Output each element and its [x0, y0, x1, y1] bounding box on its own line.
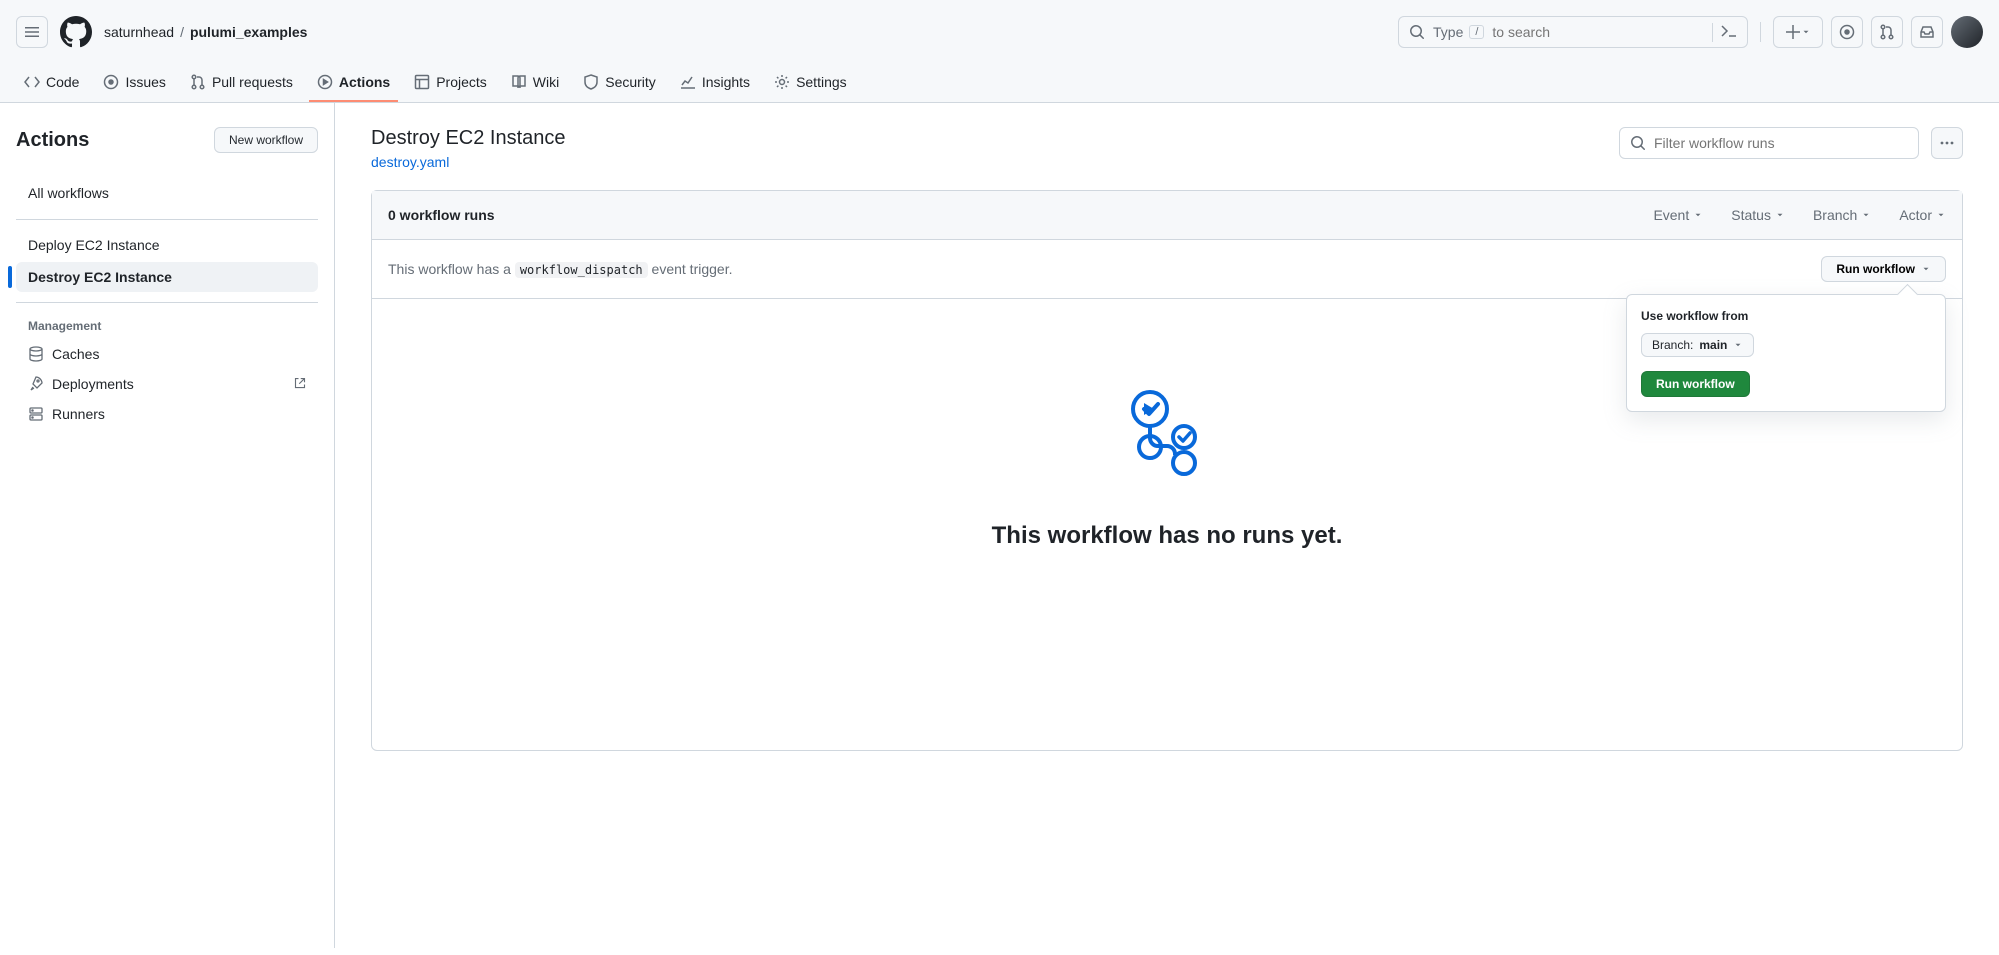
issues-button[interactable]	[1831, 16, 1863, 48]
search-icon	[1630, 135, 1646, 151]
filter-bar: Event Status Branch Actor	[1653, 207, 1946, 223]
caret-down-icon	[1775, 210, 1785, 220]
global-search[interactable]: Type /	[1398, 16, 1748, 48]
nav-insights[interactable]: Insights	[672, 64, 758, 102]
run-workflow-dropdown: Use workflow from Branch: main Run workf…	[1626, 294, 1946, 412]
runs-box: 0 workflow runs Event Status Branch	[371, 190, 1963, 751]
main-layout: Actions New workflow All workflows Deplo…	[0, 103, 1999, 948]
sidebar-title: Actions	[16, 129, 89, 152]
page-title: Destroy EC2 Instance	[371, 127, 566, 150]
filter-status[interactable]: Status	[1731, 207, 1785, 223]
nav-issues[interactable]: Issues	[95, 64, 173, 102]
repo-nav: Code Issues Pull requests Actions Projec…	[0, 64, 1999, 103]
nav-code[interactable]: Code	[16, 64, 87, 102]
pull-request-icon	[1879, 24, 1895, 40]
run-workflow-submit[interactable]: Run workflow	[1641, 371, 1750, 397]
filter-branch[interactable]: Branch	[1813, 207, 1871, 223]
all-workflows-link[interactable]: All workflows	[16, 177, 318, 209]
project-icon	[414, 74, 430, 90]
workflow-item-deploy[interactable]: Deploy EC2 Instance	[16, 230, 318, 260]
pull-request-icon	[190, 74, 206, 90]
user-avatar[interactable]	[1951, 16, 1983, 48]
inbox-icon	[1919, 24, 1935, 40]
dispatch-row: This workflow has a workflow_dispatch ev…	[372, 240, 1962, 299]
run-workflow-button[interactable]: Run workflow	[1821, 256, 1946, 282]
management-caches[interactable]: Caches	[16, 339, 318, 369]
kebab-icon	[1939, 135, 1955, 151]
filter-actor[interactable]: Actor	[1899, 207, 1946, 223]
nav-security[interactable]: Security	[575, 64, 664, 102]
repo-link[interactable]: pulumi_examples	[190, 24, 308, 40]
breadcrumb: saturnhead / pulumi_examples	[104, 24, 307, 40]
content-header: Destroy EC2 Instance destroy.yaml	[371, 127, 1963, 170]
caret-down-icon	[1733, 340, 1743, 350]
dispatch-code: workflow_dispatch	[515, 262, 648, 278]
content: Destroy EC2 Instance destroy.yaml 0 work…	[335, 103, 1999, 948]
filter-event[interactable]: Event	[1653, 207, 1703, 223]
caret-down-icon	[1861, 210, 1871, 220]
search-input[interactable]	[1492, 24, 1704, 40]
rocket-icon	[28, 376, 44, 392]
management-deployments[interactable]: Deployments	[16, 369, 318, 399]
gear-icon	[774, 74, 790, 90]
caret-down-icon	[1936, 210, 1946, 220]
hamburger-icon	[24, 24, 40, 40]
nav-pull-requests[interactable]: Pull requests	[182, 64, 301, 102]
issue-icon	[103, 74, 119, 90]
header-tools	[1619, 127, 1963, 159]
new-workflow-button[interactable]: New workflow	[214, 127, 318, 153]
code-icon	[24, 74, 40, 90]
pull-requests-button[interactable]	[1871, 16, 1903, 48]
slash-shortcut: /	[1469, 25, 1484, 39]
dispatch-text: This workflow has a workflow_dispatch ev…	[388, 261, 732, 277]
sidebar-divider	[16, 302, 318, 303]
issue-icon	[1839, 24, 1855, 40]
workflow-icon	[1122, 389, 1212, 479]
sidebar: Actions New workflow All workflows Deplo…	[0, 103, 335, 948]
filter-runs-box[interactable]	[1619, 127, 1919, 159]
cache-icon	[28, 346, 44, 362]
runs-count: 0 workflow runs	[388, 207, 495, 223]
header-right: Type /	[1398, 16, 1983, 48]
owner-link[interactable]: saturnhead	[104, 24, 174, 40]
external-link-icon	[294, 376, 306, 392]
more-options-button[interactable]	[1931, 127, 1963, 159]
book-icon	[511, 74, 527, 90]
dropdown-label: Use workflow from	[1641, 309, 1931, 323]
workflow-item-destroy[interactable]: Destroy EC2 Instance	[16, 262, 318, 292]
play-icon	[317, 74, 333, 90]
shield-icon	[583, 74, 599, 90]
hamburger-menu-button[interactable]	[16, 16, 48, 48]
caret-down-icon	[1693, 210, 1703, 220]
caret-down-icon	[1801, 27, 1811, 37]
search-icon	[1409, 24, 1425, 40]
divider	[1760, 22, 1761, 42]
server-icon	[28, 406, 44, 422]
sidebar-header: Actions New workflow	[16, 127, 318, 153]
filter-runs-input[interactable]	[1654, 135, 1908, 151]
management-heading: Management	[16, 313, 318, 339]
runs-header: 0 workflow runs Event Status Branch	[372, 191, 1962, 240]
caret-down-icon	[1921, 264, 1931, 274]
app-header: saturnhead / pulumi_examples Type /	[0, 0, 1999, 64]
github-mark-icon	[60, 16, 92, 48]
empty-state-text: This workflow has no runs yet.	[992, 522, 1343, 550]
nav-actions[interactable]: Actions	[309, 64, 398, 102]
nav-projects[interactable]: Projects	[406, 64, 495, 102]
empty-illustration	[1122, 389, 1212, 482]
search-type-label: Type /	[1433, 24, 1484, 40]
create-new-button[interactable]	[1773, 16, 1823, 48]
graph-icon	[680, 74, 696, 90]
breadcrumb-separator: /	[180, 24, 184, 40]
yaml-file-link[interactable]: destroy.yaml	[371, 154, 449, 170]
github-logo[interactable]	[60, 16, 92, 48]
branch-select[interactable]: Branch: main	[1641, 333, 1754, 357]
notifications-button[interactable]	[1911, 16, 1943, 48]
sidebar-divider	[16, 219, 318, 220]
management-runners[interactable]: Runners	[16, 399, 318, 429]
nav-wiki[interactable]: Wiki	[503, 64, 567, 102]
nav-settings[interactable]: Settings	[766, 64, 855, 102]
plus-icon	[1785, 24, 1801, 40]
command-palette-icon[interactable]	[1712, 23, 1737, 42]
